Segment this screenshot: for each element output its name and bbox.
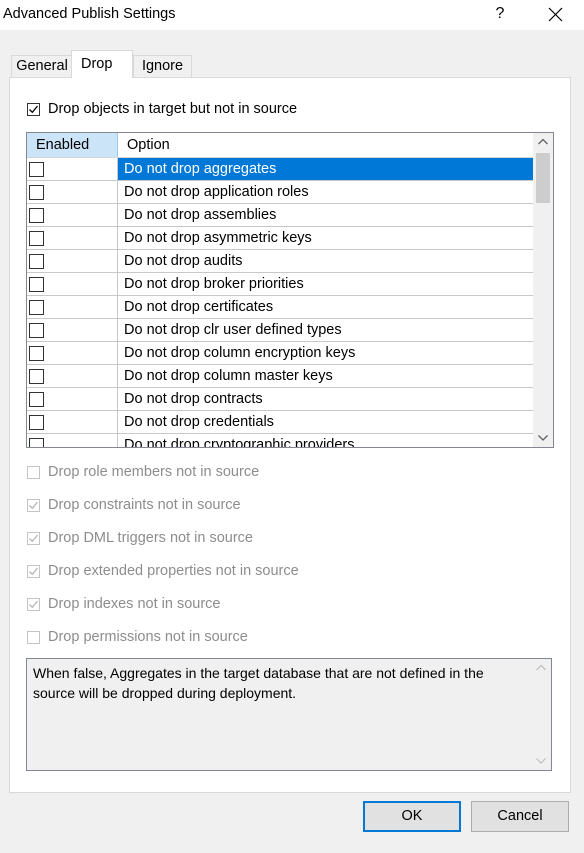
- grid-rows: Do not drop aggregates Do not drop appli…: [27, 158, 533, 448]
- drop-constraints-checkbox[interactable]: [27, 499, 40, 512]
- drop-dml-triggers-checkbox[interactable]: [27, 532, 40, 545]
- row-option-label: Do not drop application roles: [124, 184, 309, 200]
- scroll-up-button[interactable]: [533, 133, 553, 151]
- checkmark-icon: [29, 567, 39, 576]
- chevron-down-icon: [538, 435, 548, 441]
- row-option-label: Do not drop cryptographic providers: [124, 437, 355, 448]
- drop-role-members-label: Drop role members not in source: [48, 464, 260, 480]
- checkmark-icon: [29, 534, 39, 543]
- chevron-up-icon: [536, 664, 546, 671]
- description-scrollbar[interactable]: [531, 659, 551, 770]
- grid-row[interactable]: Do not drop certificates: [27, 296, 533, 319]
- grid-row[interactable]: Do not drop contracts: [27, 388, 533, 411]
- row-option-label: Do not drop certificates: [124, 299, 274, 315]
- row-enabled-checkbox[interactable]: [29, 346, 44, 361]
- column-header-option[interactable]: Option: [118, 133, 533, 157]
- row-option-label: Do not drop broker priorities: [124, 276, 304, 292]
- scroll-thumb[interactable]: [536, 153, 550, 203]
- row-option-label: Do not drop assemblies: [124, 207, 277, 223]
- row-option-label: Do not drop audits: [124, 253, 243, 269]
- row-enabled-checkbox[interactable]: [29, 415, 44, 430]
- row-enabled-checkbox[interactable]: [29, 231, 44, 246]
- chevron-down-icon: [536, 758, 546, 764]
- row-enabled-checkbox[interactable]: [29, 369, 44, 384]
- row-option-label: Do not drop clr user defined types: [124, 322, 342, 338]
- row-option-label: Do not drop asymmetric keys: [124, 230, 312, 246]
- grid-row[interactable]: Do not drop cryptographic providers: [27, 434, 533, 448]
- grid-row[interactable]: Do not drop application roles: [27, 181, 533, 204]
- row-option-label: Do not drop contracts: [124, 391, 263, 407]
- row-option-label: Do not drop credentials: [124, 414, 274, 430]
- drop-dml-triggers-label: Drop DML triggers not in source: [48, 530, 253, 546]
- row-enabled-checkbox[interactable]: [29, 300, 44, 315]
- drop-permissions-label: Drop permissions not in source: [48, 629, 248, 645]
- grid-row[interactable]: Do not drop broker priorities: [27, 273, 533, 296]
- chevron-up-icon: [538, 138, 548, 145]
- grid-header: Enabled Option: [27, 133, 533, 158]
- drop-extended-properties-label: Drop extended properties not in source: [48, 563, 299, 579]
- grid-row[interactable]: Do not drop column encryption keys: [27, 342, 533, 365]
- drop-indexes-label: Drop indexes not in source: [48, 596, 221, 612]
- row-enabled-checkbox[interactable]: [29, 185, 44, 200]
- column-header-enabled[interactable]: Enabled: [27, 133, 118, 157]
- drop-objects-checkbox[interactable]: [27, 103, 40, 116]
- grid-row[interactable]: Do not drop aggregates: [27, 158, 533, 181]
- row-enabled-checkbox[interactable]: [29, 162, 44, 177]
- grid-row[interactable]: Do not drop credentials: [27, 411, 533, 434]
- tab-drop-label: Drop: [81, 56, 113, 72]
- tab-general[interactable]: General: [11, 55, 73, 78]
- row-enabled-checkbox[interactable]: [29, 438, 44, 447]
- row-enabled-checkbox[interactable]: [29, 277, 44, 292]
- drop-constraints-label: Drop constraints not in source: [48, 497, 241, 513]
- checkmark-icon: [29, 501, 39, 510]
- grid-row[interactable]: Do not drop asymmetric keys: [27, 227, 533, 250]
- tab-ignore[interactable]: Ignore: [133, 55, 192, 78]
- row-option-label: Do not drop column master keys: [124, 368, 333, 384]
- description-text: When false, Aggregates in the target dat…: [33, 665, 484, 701]
- grid-row[interactable]: Do not drop audits: [27, 250, 533, 273]
- close-button[interactable]: [540, 0, 570, 30]
- drop-permissions-checkbox[interactable]: [27, 631, 40, 644]
- checkmark-icon: [29, 600, 39, 609]
- help-icon: ?: [495, 5, 505, 22]
- row-option-label: Do not drop aggregates: [118, 158, 533, 180]
- ok-button[interactable]: OK: [363, 801, 461, 832]
- grid-row[interactable]: Do not drop assemblies: [27, 204, 533, 227]
- tab-drop[interactable]: Drop: [71, 50, 133, 78]
- drop-role-members-checkbox[interactable]: [27, 466, 40, 479]
- title-bar: Advanced Publish Settings ?: [0, 0, 584, 30]
- grid-row[interactable]: Do not drop clr user defined types: [27, 319, 533, 342]
- drop-objects-label[interactable]: Drop objects in target but not in source: [48, 101, 297, 117]
- drop-extended-properties-checkbox[interactable]: [27, 565, 40, 578]
- checkmark-icon: [29, 105, 39, 114]
- tab-general-label: General: [16, 58, 68, 74]
- scroll-down-button[interactable]: [533, 429, 553, 447]
- row-enabled-checkbox[interactable]: [29, 323, 44, 338]
- row-enabled-checkbox[interactable]: [29, 392, 44, 407]
- tab-ignore-label: Ignore: [141, 58, 184, 74]
- drop-indexes-checkbox[interactable]: [27, 598, 40, 611]
- description-box: When false, Aggregates in the target dat…: [26, 658, 552, 771]
- grid-row[interactable]: Do not drop column master keys: [27, 365, 533, 388]
- row-option-label: Do not drop column encryption keys: [124, 345, 356, 361]
- grid-scrollbar[interactable]: [533, 133, 553, 447]
- drop-options-grid[interactable]: Enabled Option Do not drop aggregates Do…: [26, 132, 554, 448]
- cancel-button[interactable]: Cancel: [471, 801, 569, 832]
- row-enabled-checkbox[interactable]: [29, 208, 44, 223]
- window-title: Advanced Publish Settings: [3, 6, 176, 22]
- row-enabled-checkbox[interactable]: [29, 254, 44, 269]
- help-button[interactable]: ?: [486, 0, 514, 30]
- close-icon: [548, 7, 563, 22]
